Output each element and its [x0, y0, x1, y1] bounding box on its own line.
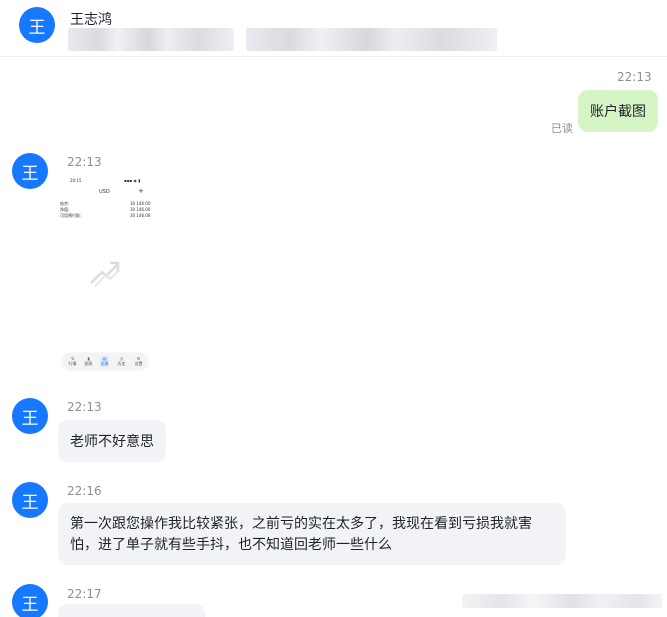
screenshot-time: 20:15 — [70, 178, 82, 183]
chart-nav-icon: ▮ 图表 — [84, 356, 93, 366]
sender-avatar[interactable]: 王 — [12, 482, 48, 518]
incoming-message-bubble[interactable]: 第一次跟您操作我比较紧张，之前亏的实在太多了，我现在看到亏损我就害怕，进了单子就… — [58, 503, 566, 565]
outgoing-message-bubble[interactable]: 账户截图 — [578, 90, 658, 132]
message-timestamp: 22:16 — [67, 484, 102, 498]
blurred-info — [246, 28, 497, 51]
message-timestamp: 22:17 — [67, 587, 102, 601]
screenshot-status-bar: ▪▪▪ ◉ ▮ — [124, 178, 141, 183]
message-timestamp: 22:13 — [617, 70, 652, 84]
contact-avatar[interactable]: 王 — [19, 7, 55, 43]
screenshot-row-label: 可用预付款: — [60, 213, 82, 218]
message-timestamp: 22:13 — [67, 155, 102, 169]
contact-name: 王志鸿 — [70, 12, 112, 28]
screenshot-row-value: 30 146.00 — [130, 207, 151, 212]
read-status: 已读 — [551, 122, 573, 135]
screenshot-plus-icon: + — [138, 187, 144, 195]
blurred-info — [68, 28, 234, 51]
incoming-message-bubble[interactable] — [58, 604, 205, 617]
message-timestamp: 22:13 — [67, 400, 102, 414]
screenshot-currency: USD — [99, 189, 110, 195]
trend-arrow-icon — [90, 261, 120, 287]
quotes-nav-icon: ⇅ 行情 — [68, 356, 77, 366]
sender-avatar[interactable]: 王 — [12, 584, 48, 617]
sender-avatar[interactable]: 王 — [12, 398, 48, 434]
screenshot-image[interactable]: 20:15 ▪▪▪ ◉ ▮ USD + 结余: 30 146.00 净值: 30… — [58, 175, 156, 373]
sender-avatar[interactable]: 王 — [12, 153, 48, 189]
chat-header: 王 王志鸿 — [0, 0, 667, 57]
screenshot-row-value: 30 146.00 — [130, 201, 151, 206]
blurred-text — [462, 594, 662, 608]
screenshot-bottom-nav: ⇅ 行情 ▮ 图表 ▤ 交易 ◷ 历史 ⚙ 设置 — [62, 353, 148, 370]
history-nav-icon: ◷ 历史 — [117, 356, 126, 366]
settings-nav-icon: ⚙ 设置 — [134, 356, 143, 366]
screenshot-row-value: 30 146.06 — [130, 213, 151, 218]
trade-nav-icon: ▤ 交易 — [100, 356, 109, 367]
incoming-message-bubble[interactable]: 老师不好意思 — [58, 420, 166, 462]
